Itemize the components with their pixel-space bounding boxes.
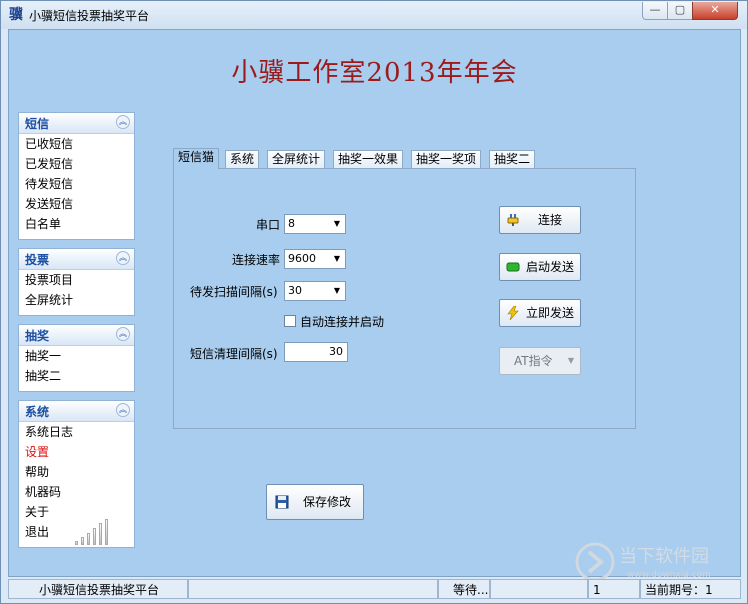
sidebar-group-system-header[interactable]: 系统 ︽ [19, 401, 134, 422]
sms-modem-panel: 串口 8 ▼ 连接速率 9600 ▼ 待发扫描间隔(s) 30 ▼ 自动连接并启… [173, 168, 636, 429]
app-window: 骥 小骥短信投票抽奖平台 — ▢ ✕ 小骥工作室2013年年会 短信 ︽ 已收短… [0, 0, 748, 604]
status-waiting: 等待... [438, 579, 490, 599]
sidebar-group-title: 系统 [25, 405, 50, 419]
sidebar-group-title: 短信 [25, 117, 50, 131]
start-send-button[interactable]: 启动发送 [499, 253, 581, 281]
sidebar-item-lottery-1[interactable]: 抽奖一 [19, 346, 134, 366]
watermark-text: 当下软件园 [619, 546, 709, 567]
sidebar-group-system: 系统 ︽ 系统日志 设置 帮助 机器码 关于 退出 [18, 400, 135, 548]
port-select[interactable]: 8 ▼ [284, 214, 346, 234]
port-label: 串口 [256, 218, 281, 232]
maximize-button[interactable]: ▢ [667, 2, 693, 20]
green-status-icon [506, 262, 520, 272]
tab-sms-modem[interactable]: 短信猫 [173, 148, 220, 169]
sidebar-group-title: 投票 [25, 253, 50, 267]
tab-lottery1-prizes[interactable]: 抽奖一奖项 [411, 150, 482, 168]
baud-rate-value: 9600 [288, 252, 316, 265]
collapse-chevron-icon[interactable]: ︽ [116, 251, 130, 265]
send-now-button-label: 立即发送 [526, 306, 575, 320]
status-period-label: 当前期号： [645, 583, 706, 597]
status-empty-panel [188, 579, 438, 599]
clean-interval-input[interactable]: 30 [284, 342, 348, 362]
minimize-button[interactable]: — [642, 2, 668, 20]
start-send-button-label: 启动发送 [526, 260, 575, 274]
send-now-button[interactable]: 立即发送 [499, 299, 581, 327]
main-client-area: 小骥工作室2013年年会 短信 ︽ 已收短信 已发短信 待发短信 发送短信 白名… [8, 29, 741, 582]
dropdown-arrow-icon: ▼ [567, 356, 574, 365]
connect-button-label: 连接 [538, 213, 563, 227]
scan-interval-select[interactable]: 30 ▼ [284, 281, 346, 301]
sidebar-item-whitelist[interactable]: 白名单 [19, 214, 134, 234]
sidebar-group-sms: 短信 ︽ 已收短信 已发短信 待发短信 发送短信 白名单 [18, 112, 135, 240]
sidebar-group-title: 抽奖 [25, 329, 50, 343]
sidebar-item-vote-items[interactable]: 投票项目 [19, 270, 134, 290]
collapse-chevron-icon[interactable]: ︽ [116, 115, 130, 129]
lightning-icon [507, 306, 519, 320]
status-app-name: 小骥短信投票抽奖平台 [8, 579, 188, 599]
connect-button[interactable]: 连接 [499, 206, 581, 234]
sidebar-group-vote: 投票 ︽ 投票项目 全屏统计 [18, 248, 135, 316]
app-icon: 骥 [9, 7, 23, 23]
dropdown-arrow-icon[interactable]: ▼ [329, 250, 345, 268]
sidebar-group-lottery: 抽奖 ︽ 抽奖一 抽奖二 [18, 324, 135, 392]
auto-connect-label[interactable]: 自动连接并启动 [300, 313, 384, 330]
port-select-value: 8 [288, 217, 295, 230]
clean-interval-label: 短信清理间隔(s) [190, 347, 278, 361]
window-title: 小骥短信投票抽奖平台 [29, 9, 150, 23]
scan-interval-value: 30 [288, 284, 302, 297]
plug-icon [507, 214, 519, 226]
dropdown-arrow-icon[interactable]: ▼ [329, 215, 345, 233]
at-command-button[interactable]: AT指令 ▼ [499, 347, 581, 375]
sidebar-item-help[interactable]: 帮助 [19, 462, 134, 482]
sidebar-item-settings[interactable]: 设置 [19, 442, 134, 462]
baud-rate-select[interactable]: 9600 ▼ [284, 249, 346, 269]
status-empty-panel-2 [490, 579, 588, 599]
status-period: 当前期号：1 [640, 579, 741, 599]
sidebar-group-lottery-header[interactable]: 抽奖 ︽ [19, 325, 134, 346]
watermark-logo-icon [575, 542, 615, 582]
collapse-chevron-icon[interactable]: ︽ [116, 327, 130, 341]
baud-rate-label: 连接速率 [232, 253, 281, 267]
sidebar-item-system-log[interactable]: 系统日志 [19, 422, 134, 442]
tab-lottery1-effect[interactable]: 抽奖一效果 [333, 150, 404, 168]
dropdown-arrow-icon[interactable]: ▼ [329, 282, 345, 300]
sidebar-group-vote-header[interactable]: 投票 ︽ [19, 249, 134, 270]
tab-lottery2[interactable]: 抽奖二 [489, 150, 536, 168]
status-count: 1 [588, 579, 640, 599]
save-changes-button[interactable]: 保存修改 [266, 484, 364, 520]
sidebar-item-received-sms[interactable]: 已收短信 [19, 134, 134, 154]
collapse-chevron-icon[interactable]: ︽ [116, 403, 130, 417]
sidebar-group-sms-header[interactable]: 短信 ︽ [19, 113, 134, 134]
sidebar-item-sent-sms[interactable]: 已发短信 [19, 154, 134, 174]
status-period-value: 1 [705, 583, 713, 597]
sidebar-item-fullscreen-stats[interactable]: 全屏统计 [19, 290, 134, 310]
auto-connect-checkbox[interactable] [284, 315, 296, 327]
sidebar-item-machine-code[interactable]: 机器码 [19, 482, 134, 502]
scan-interval-label: 待发扫描间隔(s) [190, 285, 278, 299]
title-bar: 骥 小骥短信投票抽奖平台 — ▢ ✕ [1, 1, 747, 29]
status-bar: 小骥短信投票抽奖平台 等待... 1 当前期号：1 [8, 579, 741, 599]
tab-fullscreen-stats[interactable]: 全屏统计 [267, 150, 326, 168]
sidebar-item-send-sms[interactable]: 发送短信 [19, 194, 134, 214]
floppy-disk-icon [275, 495, 289, 509]
signal-strength-icon [75, 519, 115, 545]
tab-system[interactable]: 系统 [225, 150, 260, 168]
banner-title: 小骥工作室2013年年会 [231, 58, 518, 88]
at-command-button-label: AT指令 [514, 354, 553, 368]
save-changes-button-label: 保存修改 [303, 495, 352, 509]
sidebar-item-pending-sms[interactable]: 待发短信 [19, 174, 134, 194]
close-button[interactable]: ✕ [692, 2, 738, 20]
sidebar-item-lottery-2[interactable]: 抽奖二 [19, 366, 134, 386]
